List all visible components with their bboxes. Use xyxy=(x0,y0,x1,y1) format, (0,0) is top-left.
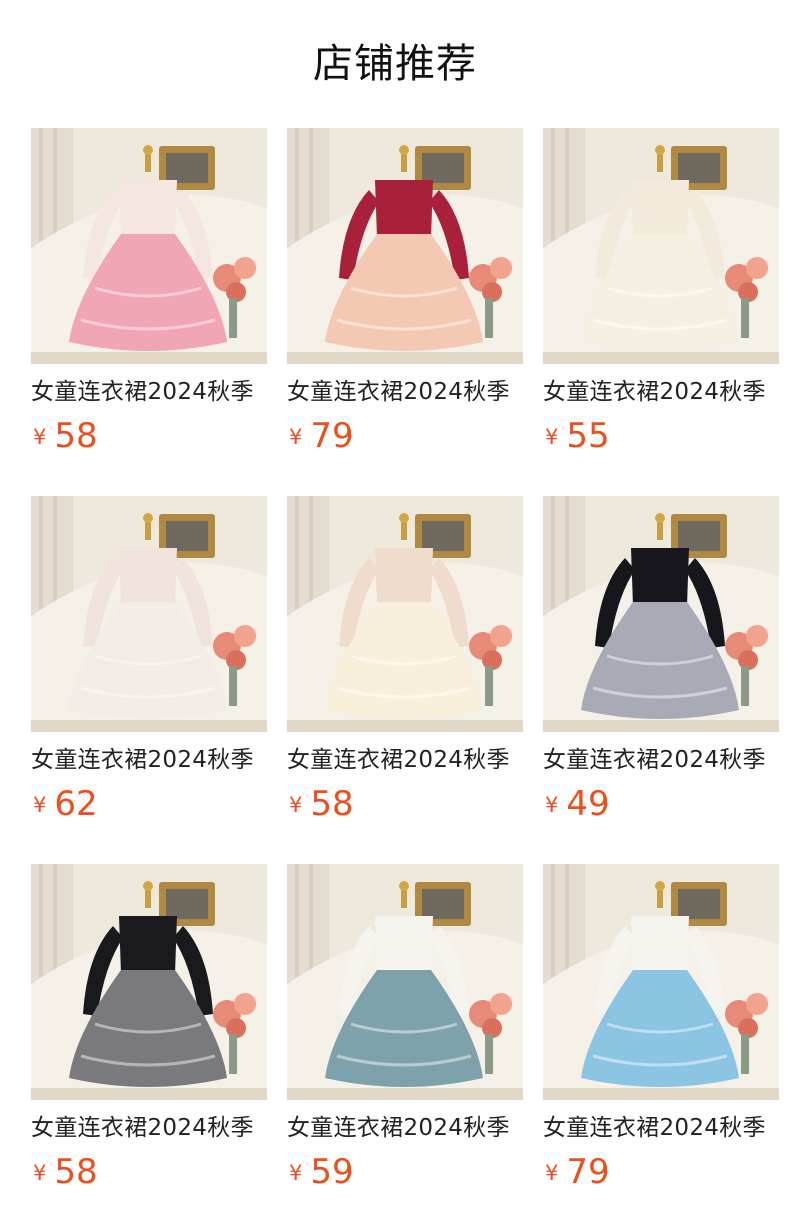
product-image[interactable] xyxy=(31,128,267,364)
currency-symbol: ¥ xyxy=(33,425,47,449)
product-card[interactable]: 女童连衣裙2024秋季 ¥55 xyxy=(543,128,779,456)
product-image[interactable] xyxy=(31,496,267,732)
product-name[interactable]: 女童连衣裙2024秋季 xyxy=(31,377,267,407)
currency-symbol: ¥ xyxy=(33,1161,47,1185)
product-image[interactable] xyxy=(31,864,267,1100)
product-image[interactable] xyxy=(287,864,523,1100)
product-image[interactable] xyxy=(543,128,779,364)
price-value: 58 xyxy=(54,416,98,456)
currency-symbol: ¥ xyxy=(289,793,303,817)
currency-symbol: ¥ xyxy=(289,1161,303,1185)
price-value: 49 xyxy=(566,784,610,824)
price-value: 79 xyxy=(310,416,354,456)
product-name[interactable]: 女童连衣裙2024秋季 xyxy=(287,377,523,407)
product-name[interactable]: 女童连衣裙2024秋季 xyxy=(543,1113,779,1143)
product-price: ¥58 xyxy=(289,784,354,824)
product-card[interactable]: 女童连衣裙2024秋季 ¥79 xyxy=(287,128,523,456)
price-value: 58 xyxy=(54,1152,98,1192)
product-price: ¥59 xyxy=(289,1152,354,1192)
product-name[interactable]: 女童连衣裙2024秋季 xyxy=(31,1113,267,1143)
product-card[interactable]: 女童连衣裙2024秋季 ¥58 xyxy=(287,496,523,824)
product-price: ¥58 xyxy=(33,416,98,456)
product-price: ¥79 xyxy=(545,1152,610,1192)
product-name[interactable]: 女童连衣裙2024秋季 xyxy=(287,1113,523,1143)
product-price: ¥79 xyxy=(289,416,354,456)
price-value: 55 xyxy=(566,416,610,456)
product-name[interactable]: 女童连衣裙2024秋季 xyxy=(543,745,779,775)
product-name[interactable]: 女童连衣裙2024秋季 xyxy=(543,377,779,407)
section-title: 店铺推荐 xyxy=(313,41,477,87)
product-name[interactable]: 女童连衣裙2024秋季 xyxy=(31,745,267,775)
product-image[interactable] xyxy=(543,864,779,1100)
product-price: ¥62 xyxy=(33,784,98,824)
product-image[interactable] xyxy=(287,496,523,732)
price-value: 58 xyxy=(310,784,354,824)
price-value: 62 xyxy=(54,784,98,824)
product-image[interactable] xyxy=(543,496,779,732)
product-name[interactable]: 女童连衣裙2024秋季 xyxy=(287,745,523,775)
product-price: ¥58 xyxy=(33,1152,98,1192)
product-price: ¥49 xyxy=(545,784,610,824)
currency-symbol: ¥ xyxy=(545,793,559,817)
currency-symbol: ¥ xyxy=(289,425,303,449)
currency-symbol: ¥ xyxy=(545,425,559,449)
product-card[interactable]: 女童连衣裙2024秋季 ¥49 xyxy=(543,496,779,824)
product-image[interactable] xyxy=(287,128,523,364)
product-card[interactable]: 女童连衣裙2024秋季 ¥79 xyxy=(543,864,779,1192)
currency-symbol: ¥ xyxy=(545,1161,559,1185)
product-card[interactable]: 女童连衣裙2024秋季 ¥59 xyxy=(287,864,523,1192)
currency-symbol: ¥ xyxy=(33,793,47,817)
price-value: 59 xyxy=(310,1152,354,1192)
product-card[interactable]: 女童连衣裙2024秋季 ¥62 xyxy=(31,496,267,824)
product-card[interactable]: 女童连衣裙2024秋季 ¥58 xyxy=(31,864,267,1192)
product-price: ¥55 xyxy=(545,416,610,456)
price-value: 79 xyxy=(566,1152,610,1192)
product-card[interactable]: 女童连衣裙2024秋季 ¥58 xyxy=(31,128,267,456)
